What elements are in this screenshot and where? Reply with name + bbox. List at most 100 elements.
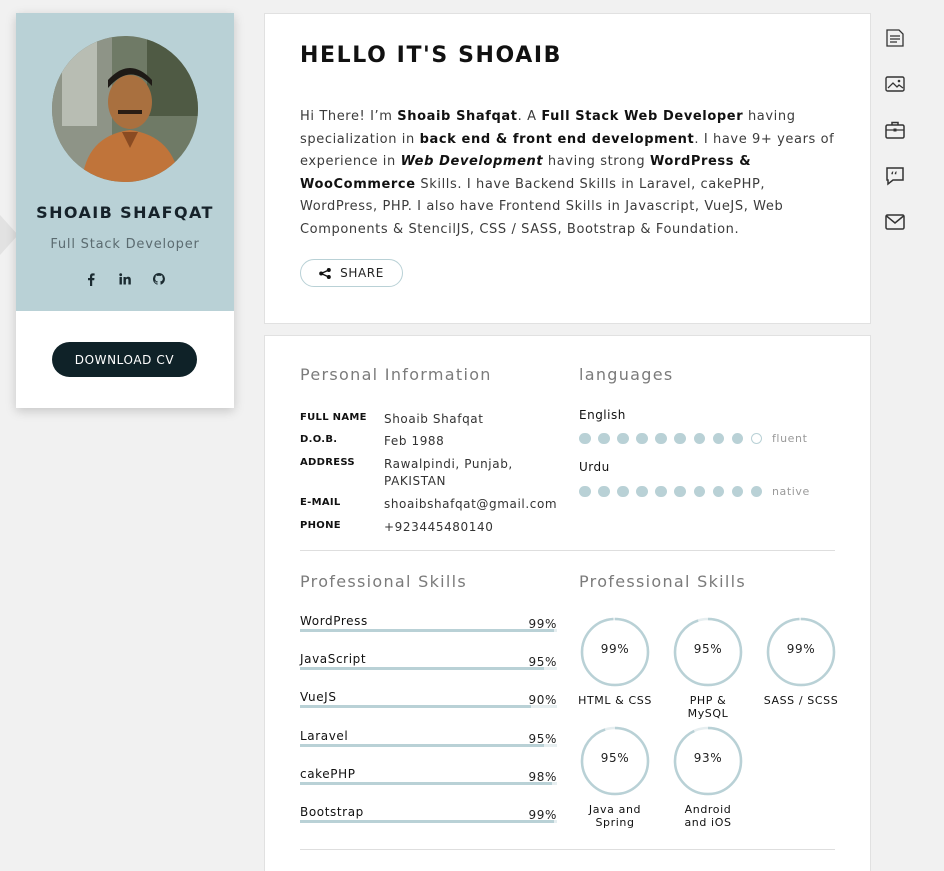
skill-bar-fill [300,743,545,747]
skill-name: JavaScript [300,652,367,667]
rating-dot [693,432,706,445]
briefcase-icon[interactable] [884,119,906,141]
skill-circle: 95% Java and Spring [575,725,655,829]
skill-name: WordPress [300,614,368,628]
rating-dot [750,432,763,445]
skill-bar-fill [300,667,545,671]
rating-dot [579,485,591,498]
info-key: E-MAIL [300,497,341,508]
skill-bar-track [300,743,557,747]
info-value: Feb 1988 [384,434,445,448]
intro-card: HELLO IT'S SHOAIB Hi There! I’m Shoaib S… [264,13,871,324]
svg-text:‘‘: ‘‘ [891,171,898,181]
rating-dot [674,485,686,498]
github-icon[interactable] [152,272,166,286]
rating-dot [655,485,667,498]
skill-name: HTML & CSS [578,694,652,707]
language-name: Urdu [579,460,610,474]
testimonial-icon[interactable]: ‘‘ [884,165,906,187]
intro-segment: . A [517,109,542,124]
rating-dot [712,432,725,445]
skills-circles-title: Professional Skills [579,572,747,591]
facebook-icon[interactable] [84,272,98,286]
skill-circle: 99% SASS / SCSS [761,616,841,707]
divider [300,849,835,850]
skill-name: Java and Spring [588,803,642,829]
skill-circle: 93% Android and iOS [668,725,748,829]
rating-dot [731,432,744,445]
skill-bar-fill [300,705,532,709]
personal-info-title: Personal Information [300,365,492,384]
skill-circle: 95% PHP & MySQL [668,616,748,720]
info-value: Shoaib Shafqat [384,412,484,426]
profile-title: Full Stack Developer [50,237,200,252]
rating-dot [750,485,763,498]
skill-bar-row: WordPress 99% [300,614,557,632]
profile-card: SHOAIB SHAFQAT Full Stack Developer DOWN… [16,13,234,408]
social-links [16,272,234,286]
share-button[interactable]: SHARE [300,259,403,287]
skill-name: Bootstrap [300,805,364,819]
skill-bar-track [300,820,557,823]
profile-name: SHOAIB SHAFQAT [36,203,214,222]
skill-name: PHP & MySQL [687,694,729,720]
rating-dot [674,432,686,445]
skill-name: Android and iOS [684,803,732,829]
intro-segment: Full Stack Web Developer [541,109,744,124]
intro-segment: Web Development [400,154,544,170]
language-level: fluent [771,432,808,445]
section-nav: ‘‘ [884,27,906,257]
resume-icon[interactable] [884,27,906,49]
languages-title: languages [579,365,674,384]
mail-icon[interactable] [884,211,906,233]
skill-bar-track [300,781,557,785]
info-key: PHONE [300,520,341,531]
skill-bar-track [300,667,557,671]
intro-segment: Shoaib Shafqat [397,109,518,124]
rating-dot [693,485,706,498]
rating-dot [617,485,629,498]
skill-percent: 99% [600,642,630,656]
divider [300,550,835,551]
page-title: HELLO IT'S SHOAIB [300,43,563,68]
skill-bar-fill [300,781,552,785]
skills-bars-title: Professional Skills [300,572,468,591]
skill-percent: 99% [786,642,816,656]
skill-name: SASS / SCSS [763,694,839,707]
skill-percent: 93% [693,751,723,765]
rating-dot [579,432,591,445]
language-level: native [771,485,810,498]
skill-circle: 99% HTML & CSS [575,616,655,707]
info-key: ADDRESS [300,457,355,468]
linkedin-icon[interactable] [118,272,132,286]
info-key: FULL NAME [300,412,367,423]
skill-percent: 95% [693,642,723,656]
rating-dot [655,432,667,445]
intro-segment: back end & front end development [419,131,695,147]
info-value: Rawalpindi, Punjab, PAKISTAN [384,457,513,488]
intro-text: Hi There! I’m Shoaib Shafqat. A Full Sta… [300,106,840,242]
info-value: +923445480140 [384,520,494,534]
skill-name: Laravel [300,728,349,743]
rating-dot [598,485,610,498]
skill-bar-row: JavaScript 95% [300,652,557,671]
skill-name: cakePHP [300,766,356,781]
download-cv-button[interactable]: DOWNLOAD CV [52,342,197,377]
portfolio-icon[interactable] [884,73,906,95]
language-name: English [579,408,626,422]
skill-bar-track [300,629,557,632]
rating-dot [636,485,648,498]
skill-bar-fill [300,629,555,632]
intro-segment: Hi There! I’m [300,109,398,124]
intro-segment: having strong [543,154,650,170]
resume-details-card: Personal Information languages FULL NAME… [264,335,871,871]
rating-dot [617,432,629,445]
info-value: shoaibshafqat@gmail.com [384,497,558,511]
share-label: SHARE [340,266,384,280]
skill-percent: 95% [600,751,630,765]
rating-dot [731,485,744,498]
skill-bar-fill [300,820,555,823]
avatar [52,36,198,182]
info-key: D.O.B. [300,434,338,445]
skill-bar-track [300,705,557,709]
